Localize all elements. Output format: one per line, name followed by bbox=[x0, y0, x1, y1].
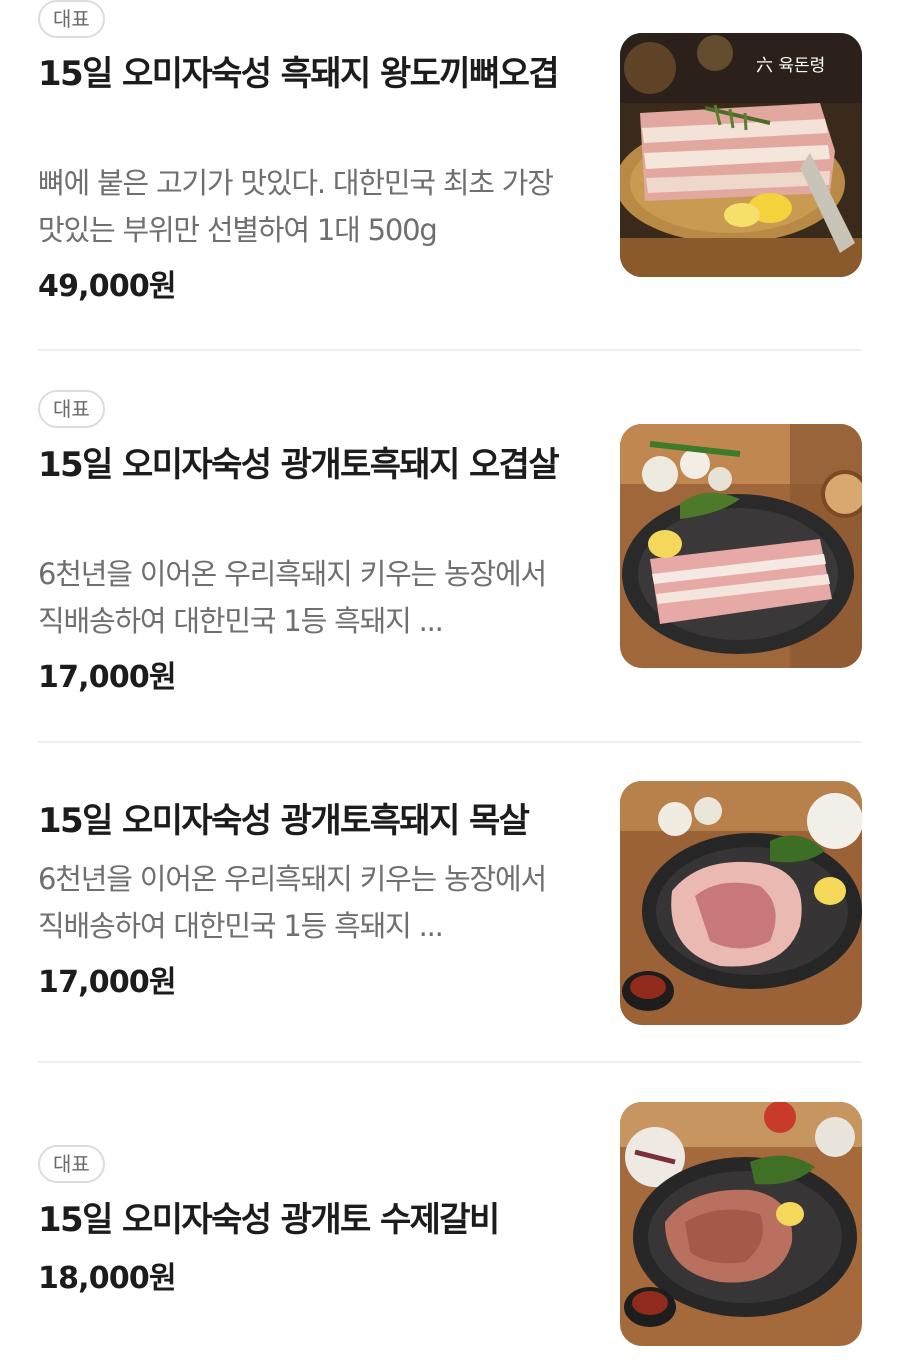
ribs-plate-photo-image bbox=[620, 1102, 862, 1346]
pork-belly-plate-photo-image bbox=[620, 424, 862, 668]
signature-badge: 대표 bbox=[38, 0, 105, 38]
menu-item-sujegalbi[interactable]: 대표 15일 오미자숙성 광개토 수제갈비 18,000원 bbox=[0, 1063, 900, 1365]
menu-item-photo: 六 육돈령 bbox=[620, 33, 862, 277]
menu-item-price: 18,000원 bbox=[38, 1261, 177, 1296]
menu-list: 대표 15일 오미자숙성 흑돼지 왕도끼뼈오겹 뼈에 붙은 고기가 맛있다. 대… bbox=[0, 0, 900, 1365]
menu-item-description: 뼈에 붙은 고기가 맛있다. 대한민국 최초 가장 맛있는 부위만 선별하여 1… bbox=[38, 166, 554, 247]
menu-item-price: 17,000원 bbox=[38, 965, 177, 1000]
brand-logo: 六 육돈령 bbox=[756, 56, 825, 76]
menu-item-photo bbox=[620, 1102, 862, 1346]
menu-item-wang-dokki-ogyeop[interactable]: 대표 15일 오미자숙성 흑돼지 왕도끼뼈오겹 뼈에 붙은 고기가 맛있다. 대… bbox=[0, 0, 900, 350]
menu-item-description: 6천년을 이어온 우리흑돼지 키우는 농장에서 직배송하여 대한민국 1등 흑돼… bbox=[38, 557, 547, 638]
menu-item-title: 15일 오미자숙성 흑돼지 왕도끼뼈오겹 bbox=[38, 54, 560, 94]
menu-item-description: 6천년을 이어온 우리흑돼지 키우는 농장에서 직배송하여 대한민국 1등 흑돼… bbox=[38, 862, 547, 943]
menu-item-photo bbox=[620, 781, 862, 1025]
pork-belly-bone-photo-image: 六 육돈령 bbox=[620, 33, 862, 277]
menu-item-moksal[interactable]: 15일 오미자숙성 광개토흑돼지 목살 6천년을 이어온 우리흑돼지 키우는 농… bbox=[0, 743, 900, 1061]
menu-item-ogyeopsal[interactable]: 대표 15일 오미자숙성 광개토흑돼지 오겹살 6천년을 이어온 우리흑돼지 키… bbox=[0, 351, 900, 741]
menu-item-title: 15일 오미자숙성 광개토 수제갈비 bbox=[38, 1200, 500, 1240]
menu-item-price: 17,000원 bbox=[38, 660, 177, 695]
menu-item-title: 15일 오미자숙성 광개토흑돼지 목살 bbox=[38, 801, 530, 841]
pork-neck-plate-photo-image bbox=[620, 781, 862, 1025]
menu-item-photo bbox=[620, 424, 862, 668]
menu-item-price: 49,000원 bbox=[38, 269, 177, 304]
menu-item-title: 15일 오미자숙성 광개토흑돼지 오겹살 bbox=[38, 445, 560, 485]
signature-badge: 대표 bbox=[38, 390, 105, 428]
signature-badge: 대표 bbox=[38, 1145, 105, 1183]
